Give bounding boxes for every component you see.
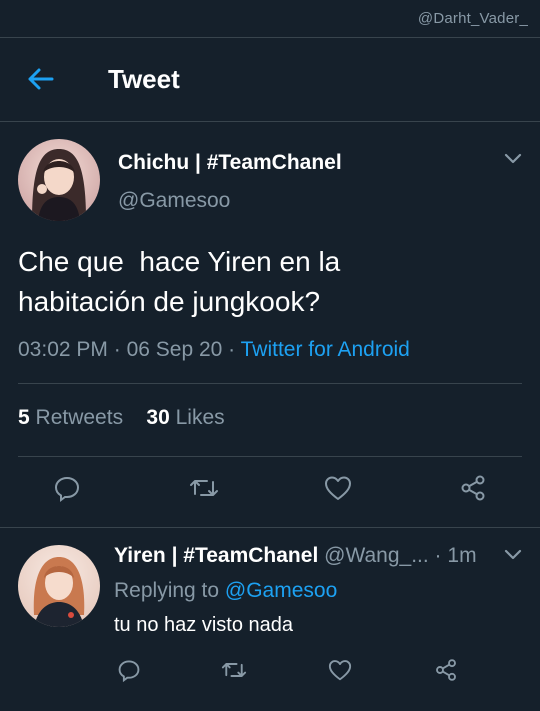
share-icon [434, 658, 458, 687]
like-label[interactable]: Likes [176, 406, 225, 429]
like-icon [324, 475, 352, 506]
reply-text: tu no haz visto nada [114, 614, 294, 636]
like-button[interactable] [320, 652, 360, 692]
chevron-down-icon [504, 152, 522, 170]
like-count[interactable]: 30 [146, 406, 169, 429]
tweet-text: Che que hace Yiren en la habitación de j… [18, 246, 341, 317]
reply-button[interactable] [47, 470, 87, 510]
author-name[interactable]: Chichu | #TeamChanel [118, 151, 342, 175]
avatar[interactable] [18, 139, 100, 221]
back-button[interactable] [20, 64, 60, 98]
avatar[interactable] [18, 545, 100, 627]
reply-more-options-button[interactable] [502, 546, 524, 568]
top-bar: @Darht_Vader_ [0, 0, 540, 38]
reply-age: 1m [447, 544, 477, 567]
divider [18, 456, 522, 457]
replying-to: Replying to @Gamesoo [114, 579, 337, 603]
retweet-count[interactable]: 5 [18, 406, 30, 429]
chevron-down-icon [504, 548, 522, 566]
share-button[interactable] [426, 652, 466, 692]
retweet-label[interactable]: Retweets [36, 406, 124, 429]
divider [18, 383, 522, 384]
arrow-left-icon [26, 67, 54, 96]
retweet-icon [188, 474, 220, 507]
more-options-button[interactable] [502, 150, 524, 172]
reply-actions [0, 652, 540, 692]
retweet-icon [220, 658, 248, 687]
reply-header: Yiren | #TeamChanel @Wang_... · 1m [114, 544, 477, 567]
author-handle[interactable]: @Gamesoo [118, 189, 230, 213]
section-divider [0, 527, 540, 528]
like-icon [328, 659, 352, 686]
reply-author-name[interactable]: Yiren | #TeamChanel [114, 544, 318, 567]
tweet-stats: 5 Retweets 30 Likes [18, 406, 225, 430]
tweet-date: 06 Sep 20 [126, 338, 223, 361]
tweet-meta: 03:02 PM · 06 Sep 20 · Twitter for Andro… [18, 338, 410, 361]
replying-prefix: Replying to [114, 579, 220, 602]
reply-icon [117, 658, 141, 687]
reply-button[interactable] [109, 652, 149, 692]
reply-icon [53, 474, 81, 507]
tweet-actions [0, 470, 540, 510]
replying-to-mention[interactable]: @Gamesoo [225, 579, 337, 602]
reply-author-handle[interactable]: @Wang_... [324, 544, 429, 567]
tweet-time: 03:02 PM [18, 338, 108, 361]
header: Tweet [0, 38, 540, 122]
watermark: @Darht_Vader_ [417, 10, 528, 27]
retweet-button[interactable] [214, 652, 254, 692]
retweet-button[interactable] [184, 470, 224, 510]
share-icon [459, 474, 487, 507]
tweet-source-link[interactable]: Twitter for Android [241, 338, 410, 361]
like-button[interactable] [318, 470, 358, 510]
share-button[interactable] [453, 470, 493, 510]
page-title: Tweet [108, 64, 180, 94]
